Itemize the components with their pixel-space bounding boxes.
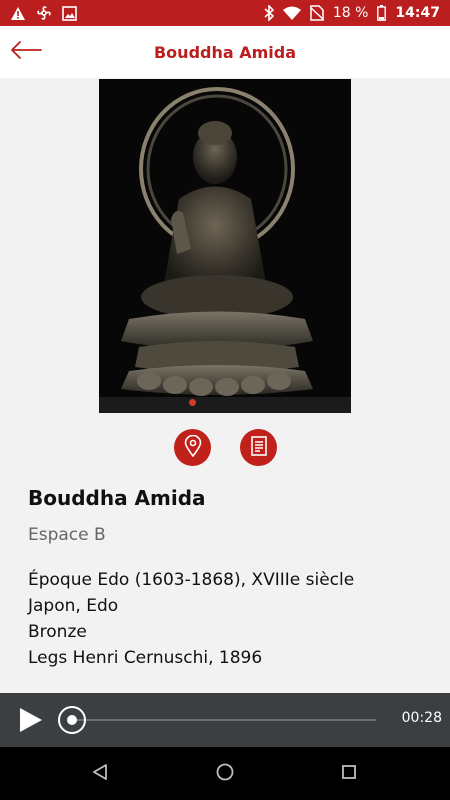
play-icon — [16, 708, 44, 738]
no-sim-icon — [309, 5, 324, 21]
document-icon — [250, 435, 267, 460]
app-bar: Bouddha Amida — [0, 26, 450, 78]
detail-period: Époque Edo (1603-1868), XVIIIe siècle — [28, 570, 355, 590]
arrow-left-icon — [10, 40, 42, 64]
status-time: 14:47 — [395, 5, 440, 21]
navigation-bar — [0, 747, 450, 800]
nav-recents-button[interactable] — [338, 763, 360, 785]
warning-icon — [10, 6, 26, 21]
detail-provenance: Legs Henri Cernuschi, 1896 — [28, 648, 263, 668]
wifi-icon — [282, 6, 301, 20]
bluetooth-icon — [264, 5, 274, 21]
nav-home-button[interactable] — [214, 763, 236, 785]
circle-home-icon — [215, 762, 235, 786]
location-button[interactable] — [174, 429, 211, 466]
map-pin-icon — [184, 434, 202, 461]
detail-origin: Japon, Edo — [28, 596, 119, 616]
playback-time: 00:28 — [401, 710, 442, 726]
play-button[interactable] — [16, 706, 44, 734]
page-title: Bouddha Amida — [153, 42, 297, 62]
audio-player: 00:28 — [0, 693, 450, 747]
status-bar: 18 % 14:47 — [0, 0, 450, 26]
seek-thumb[interactable] — [58, 706, 86, 734]
detail-material: Bronze — [28, 622, 87, 642]
square-recents-icon — [340, 763, 358, 785]
artwork-details: Époque Edo (1603-1868), XVIIIe siècle Ja… — [28, 567, 354, 671]
artwork-title: Bouddha Amida — [28, 486, 206, 510]
nav-back-button[interactable] — [89, 763, 111, 785]
seek-bar[interactable] — [70, 719, 376, 721]
pager-indicator — [189, 399, 196, 406]
artwork-location: Espace B — [28, 525, 106, 545]
triangle-back-icon — [91, 763, 109, 785]
notice-button[interactable] — [240, 429, 277, 466]
image-icon — [62, 5, 77, 21]
artwork-image[interactable] — [99, 79, 351, 413]
fan-icon — [36, 5, 52, 21]
battery-percent: 18 % — [332, 5, 369, 21]
battery-icon — [377, 5, 387, 21]
back-button[interactable] — [10, 38, 42, 66]
